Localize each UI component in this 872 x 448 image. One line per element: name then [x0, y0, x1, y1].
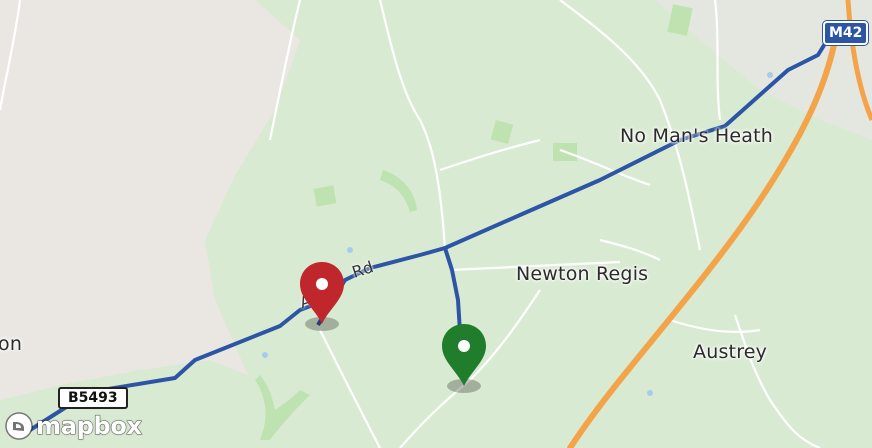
marker-dot [316, 278, 328, 290]
place-label-newton-regis: Newton Regis [516, 263, 649, 285]
marker-dot [458, 340, 470, 352]
pond [767, 72, 773, 78]
road-shield-b5493-label: B5493 [68, 390, 118, 406]
map-base-layer [0, 0, 872, 448]
mapbox-logo[interactable]: mapbox [4, 410, 143, 442]
mapbox-logo-icon [5, 412, 33, 440]
place-label-no-mans-heath: No Man's Heath [620, 125, 774, 147]
road-shield-b5493: B5493 [58, 387, 128, 409]
end-marker[interactable] [441, 324, 487, 394]
place-label-austrey: Austrey [693, 341, 768, 363]
place-label-partial-left: on [0, 333, 23, 355]
road-shield-m42-label: M42 [829, 25, 863, 41]
pond [347, 247, 353, 253]
woodland-patch [313, 185, 337, 207]
map-pin-icon [442, 324, 486, 386]
mapbox-logo-text: mapbox [36, 412, 143, 441]
pond [647, 390, 653, 396]
start-marker[interactable] [299, 262, 345, 332]
map-pin-icon [300, 262, 344, 324]
pond [262, 352, 268, 358]
road-shield-m42: M42 [823, 21, 869, 45]
map-view[interactable]: No Man's Heath Newton Regis Austrey on R… [0, 0, 872, 448]
